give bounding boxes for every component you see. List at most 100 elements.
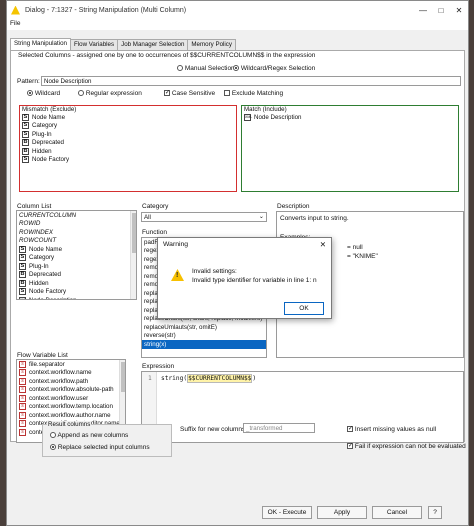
flow-variable-item[interactable]: s context.workflow.absolute-path (17, 386, 125, 395)
column-list-item-label: Node Description (29, 297, 76, 299)
flow-variable-label: context.workflow.temp.location (29, 403, 113, 411)
regular-expression-radio[interactable]: Regular expression (78, 90, 142, 97)
description-label: Description (277, 203, 310, 210)
close-icon[interactable]: ✕ (450, 1, 468, 19)
mismatch-item[interactable]: S Node Factory (20, 156, 236, 165)
regular-expression-label: Regular expression (85, 90, 142, 97)
mismatch-item[interactable]: S Category (20, 122, 236, 131)
category-select[interactable]: All ⌄ (141, 212, 267, 222)
flow-variable-item[interactable]: s context.workflow.path (17, 377, 125, 386)
column-type-icon: S (19, 288, 26, 296)
exclude-matching-label: Exclude Matching (231, 90, 284, 97)
case-sensitive-label: Case Sensitive (171, 90, 216, 97)
special-column-item[interactable]: ROWCOUNT (17, 237, 136, 246)
case-sensitive-checkbox[interactable]: Case Sensitive (164, 89, 216, 97)
flow-variable-item[interactable]: s file.separator (17, 360, 125, 369)
wildcard-regex-radio-dot[interactable] (233, 65, 239, 72)
function-item[interactable]: replaceUmlauts(str, omitE) (142, 323, 266, 332)
expression-label: Expression (142, 363, 175, 370)
append-radio[interactable]: Append as new columns (50, 432, 128, 439)
flow-variable-scroll-thumb[interactable] (121, 362, 125, 392)
selected-columns-label: Selected Columns - assigned one by one t… (18, 52, 316, 59)
mismatch-item[interactable]: S Plug-In (20, 130, 236, 139)
column-list-item-label: Category (29, 254, 55, 262)
minimize-icon[interactable]: — (414, 1, 432, 19)
column-list-item[interactable]: XMLNode Description (17, 296, 136, 299)
tab-string-manipulation[interactable]: String Manipulation (10, 38, 71, 50)
tab-flow-variables[interactable]: Flow Variables (69, 39, 119, 50)
ok-execute-button[interactable]: OK - Execute (262, 506, 312, 519)
flow-variable-label: context.workflow.absolute-path (29, 386, 114, 394)
column-list-item[interactable]: S Category (17, 254, 136, 263)
column-list-item[interactable]: S Node Name (17, 245, 136, 254)
menu-file[interactable]: File (10, 20, 20, 27)
flow-variable-item[interactable]: s context.workflow.user (17, 394, 125, 403)
special-column-item[interactable]: CURRENTCOLUMN (17, 211, 136, 220)
manual-selection-radio-dot[interactable] (177, 65, 183, 72)
flow-variable-icon: s (19, 420, 26, 428)
cancel-button[interactable]: Cancel (372, 506, 422, 519)
tab-memory-policy[interactable]: Memory Policy (187, 39, 236, 50)
column-list-item[interactable]: S Node Factory (17, 288, 136, 297)
replace-radio[interactable]: Replace selected input columns (50, 444, 150, 451)
column-list-item-label: Node Factory (29, 288, 67, 296)
case-sensitive-box[interactable] (164, 89, 170, 97)
wildcard-radio[interactable]: Wildcard (27, 90, 60, 97)
replace-radio-dot[interactable] (50, 444, 56, 451)
match-title: Match (Include) (244, 106, 287, 113)
special-column-item[interactable]: ROWINDEX (17, 228, 136, 237)
mismatch-item[interactable]: S Node Name (20, 113, 236, 122)
mismatch-title: Mismatch (Exclude) (22, 106, 77, 113)
insert-missing-checkbox[interactable]: Insert missing values as null (347, 425, 436, 433)
function-label: Function (142, 229, 167, 236)
suffix-input[interactable]: _transformed (243, 423, 315, 433)
column-list-label: Column List (17, 203, 52, 210)
warning-icon (11, 5, 20, 15)
column-type-icon: S (22, 156, 29, 164)
description-line-1: Converts input to string. (280, 215, 349, 222)
tab-job-manager-selection[interactable]: Job Manager Selection (117, 39, 189, 50)
column-list-item-label: Node Name (29, 245, 63, 253)
wildcard-regex-label: Wildcard/Regex Selection (240, 65, 316, 72)
apply-button[interactable]: Apply (317, 506, 367, 519)
insert-missing-box[interactable] (347, 425, 353, 433)
flow-variable-icon: s (19, 386, 26, 394)
close-icon[interactable]: ✕ (320, 240, 326, 249)
suffix-label: Suffix for new columns (180, 426, 246, 433)
function-item[interactable]: reverse(str) (142, 332, 266, 341)
fail-if-checkbox[interactable]: Fail if expression can not be evaluated (347, 442, 466, 450)
column-items-list: S Node Name S Category S Plug-In B Deprecated B H… (17, 245, 136, 299)
column-list[interactable]: CURRENTCOLUMN ROWID ROWINDEX ROWCOUNT S Node… (16, 210, 137, 300)
column-type-icon: S (22, 122, 29, 130)
manual-selection-radio[interactable]: Manual Selection (177, 65, 235, 72)
append-radio-dot[interactable] (50, 432, 56, 439)
menu-bar: File (7, 19, 468, 30)
special-column-item[interactable]: ROWID (17, 220, 136, 229)
flow-variable-item[interactable]: s context.workflow.author.name (17, 411, 125, 420)
column-list-item[interactable]: B Deprecated (17, 271, 136, 280)
exclude-matching-checkbox[interactable]: Exclude Matching (224, 90, 283, 97)
flow-variable-item[interactable]: s context.workflow.name (17, 369, 125, 378)
column-list-scrollbar[interactable] (130, 211, 136, 299)
wildcard-regex-radio[interactable]: Wildcard/Regex Selection (233, 65, 315, 72)
column-list-item[interactable]: S Plug-In (17, 262, 136, 271)
fail-if-box[interactable] (347, 442, 353, 450)
wildcard-radio-dot[interactable] (27, 90, 33, 97)
pattern-input[interactable]: Node Description (41, 76, 461, 86)
maximize-icon[interactable]: □ (432, 1, 450, 19)
mismatch-item-label: Plug-In (32, 130, 52, 138)
mismatch-item[interactable]: B Hidden (20, 147, 236, 156)
match-item[interactable]: XML Node Description (242, 113, 458, 122)
flow-variable-item[interactable]: s context.workflow.temp.location (17, 403, 125, 412)
column-list-scroll-thumb[interactable] (132, 213, 136, 253)
column-list-item-label: Deprecated (29, 271, 61, 279)
expression-code[interactable]: string($$CURRENTCOLUMN$$) (161, 374, 256, 383)
column-list-item[interactable]: B Hidden (17, 279, 136, 288)
warning-ok-button[interactable]: OK (284, 302, 324, 315)
help-button[interactable]: ? (428, 506, 442, 519)
mismatch-item[interactable]: B Deprecated (20, 139, 236, 148)
regular-expression-radio-dot[interactable] (78, 90, 84, 97)
code-function: string( (161, 375, 188, 382)
function-item[interactable]: string(x) (142, 340, 266, 349)
exclude-matching-box[interactable] (224, 90, 230, 97)
